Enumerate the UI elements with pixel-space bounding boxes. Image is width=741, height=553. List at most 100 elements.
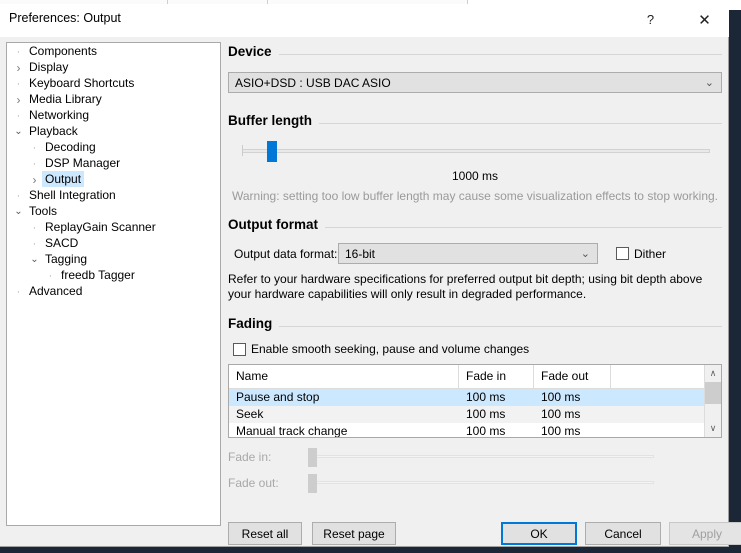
tree-item-label: Display [29, 60, 69, 74]
tree-branch-icon: · [16, 109, 21, 122]
tree-item-dsp-manager[interactable]: · DSP Manager [7, 155, 220, 171]
scrollbar-thumb[interactable] [705, 382, 721, 404]
tree-item-sacd[interactable]: · SACD [7, 235, 220, 251]
close-icon[interactable]: ✕ [682, 4, 727, 35]
column-header-name[interactable]: Name [229, 365, 459, 388]
tree-item-playback[interactable]: ⌄ Playback [7, 123, 220, 139]
chevron-down-icon[interactable]: ⌄ [11, 124, 26, 140]
dither-checkbox-row[interactable]: Dither [616, 247, 666, 261]
output-format-note: Refer to your hardware specifications fo… [228, 272, 703, 301]
chevron-right-icon[interactable]: › [11, 92, 26, 108]
slider-rail [312, 481, 654, 484]
tree-item-display[interactable]: › Display [7, 59, 220, 75]
column-header-fade-in[interactable]: Fade in [459, 365, 534, 388]
tree-item-replaygain-scanner[interactable]: · ReplayGain Scanner [7, 219, 220, 235]
cancel-button[interactable]: Cancel [585, 522, 661, 545]
slider-thumb[interactable] [308, 474, 317, 493]
tree-branch-icon: · [48, 269, 53, 282]
slider-tick-min [242, 145, 243, 156]
dialog-button-bar: Reset all Reset page OK Cancel Apply [228, 522, 741, 546]
tree-item-label: freedb Tagger [61, 268, 135, 282]
tree-item-label: Advanced [29, 284, 83, 298]
tree-item-networking[interactable]: · Networking [7, 107, 220, 123]
fade-out-slider[interactable] [306, 472, 654, 494]
tree-item-label: Tools [29, 204, 58, 218]
cell-fade-out: 100 ms [541, 407, 581, 421]
cell-fade-out: 100 ms [541, 390, 581, 404]
group-title-output-format: Output format [228, 217, 325, 232]
tree-item-tagging[interactable]: ⌄ Tagging [7, 251, 220, 267]
scroll-up-icon[interactable]: ∧ [705, 365, 721, 382]
fade-out-slider-row: Fade out: [228, 470, 722, 496]
tree-item-components[interactable]: · Components [7, 43, 220, 59]
enable-smooth-seeking-row[interactable]: Enable smooth seeking, pause and volume … [228, 342, 722, 356]
chevron-down-icon: ⌄ [704, 77, 714, 89]
tree-branch-icon: · [32, 157, 37, 170]
ok-button[interactable]: OK [501, 522, 577, 545]
cell-fade-in: 100 ms [466, 390, 506, 404]
tree-item-media-library[interactable]: › Media Library [7, 91, 220, 107]
buffer-length-warning: Warning: setting too low buffer length m… [231, 189, 719, 203]
slider-rail [242, 149, 710, 153]
group-title-buffer-length: Buffer length [228, 113, 319, 128]
reset-all-button[interactable]: Reset all [228, 522, 302, 545]
slider-thumb[interactable] [266, 141, 277, 162]
preferences-tree[interactable]: · Components › Display · Keyboard Shortcuts › M… [6, 42, 221, 526]
tree-item-advanced[interactable]: · Advanced [7, 283, 220, 299]
slider-thumb[interactable] [308, 448, 317, 467]
fade-table[interactable]: Name Fade in Fade out Pause and stop 100 … [228, 364, 722, 438]
cell-name: Manual track change [236, 424, 348, 438]
group-header-fading: Fading [228, 316, 722, 338]
tree-item-label: Networking [29, 108, 90, 122]
apply-button[interactable]: Apply [669, 522, 741, 545]
tree-item-label: Playback [29, 124, 78, 138]
fade-in-label: Fade in: [228, 450, 272, 464]
device-dropdown-value: ASIO+DSD : USB DAC ASIO [235, 75, 391, 90]
help-icon[interactable]: ? [628, 4, 673, 35]
output-data-format-label: Output data format: [234, 246, 338, 261]
fade-in-slider[interactable] [306, 446, 654, 468]
table-row[interactable]: Seek 100 ms 100 ms [229, 406, 721, 423]
tree-item-label: Components [29, 44, 98, 58]
tree-branch-icon: · [16, 285, 21, 298]
chevron-down-icon: ⌄ [580, 248, 590, 260]
table-row[interactable]: Pause and stop 100 ms 100 ms [229, 389, 721, 406]
group-title-fading: Fading [228, 316, 280, 331]
tree-item-output[interactable]: › Output [7, 171, 220, 187]
table-row[interactable]: Manual track change 100 ms 100 ms [229, 423, 721, 438]
fade-table-header: Name Fade in Fade out [229, 365, 721, 389]
reset-page-button[interactable]: Reset page [312, 522, 396, 545]
fade-table-scrollbar[interactable]: ∧ ∨ [704, 365, 721, 437]
group-header-output-format: Output format [228, 217, 722, 239]
chevron-down-icon[interactable]: ⌄ [11, 204, 26, 220]
cell-fade-in: 100 ms [466, 424, 506, 438]
tree-item-keyboard-shortcuts[interactable]: · Keyboard Shortcuts [7, 75, 220, 91]
chevron-right-icon[interactable]: › [11, 60, 26, 76]
group-header-buffer-length: Buffer length [228, 113, 722, 135]
output-data-format-dropdown[interactable]: 16-bit ⌄ [338, 243, 598, 264]
tree-item-label: Output [42, 171, 85, 187]
group-title-device: Device [228, 44, 279, 59]
tree-branch-icon: · [32, 221, 37, 234]
tree-item-freedb-tagger[interactable]: · freedb Tagger [7, 267, 220, 283]
dither-checkbox[interactable] [616, 247, 629, 260]
tree-item-decoding[interactable]: · Decoding [7, 139, 220, 155]
tree-item-tools[interactable]: ⌄ Tools [7, 203, 220, 219]
dither-label: Dither [634, 246, 667, 261]
dialog-titlebar: Preferences: Output ? ✕ [0, 4, 729, 37]
fade-out-label: Fade out: [228, 476, 279, 490]
chevron-down-icon[interactable]: ⌄ [27, 252, 42, 268]
buffer-length-slider[interactable] [228, 139, 722, 163]
tree-branch-icon: · [16, 189, 21, 202]
output-data-format-value: 16-bit [345, 246, 376, 261]
slider-rail [312, 455, 654, 458]
device-dropdown[interactable]: ASIO+DSD : USB DAC ASIO ⌄ [228, 72, 722, 93]
tree-item-label: SACD [45, 236, 79, 250]
enable-smooth-seeking-label: Enable smooth seeking, pause and volume … [251, 342, 530, 356]
tree-branch-icon: · [16, 77, 21, 90]
tree-item-shell-integration[interactable]: · Shell Integration [7, 187, 220, 203]
chevron-right-icon[interactable]: › [27, 172, 42, 188]
scroll-down-icon[interactable]: ∨ [705, 420, 721, 437]
enable-smooth-seeking-checkbox[interactable] [233, 342, 246, 356]
column-header-fade-out[interactable]: Fade out [534, 365, 611, 388]
